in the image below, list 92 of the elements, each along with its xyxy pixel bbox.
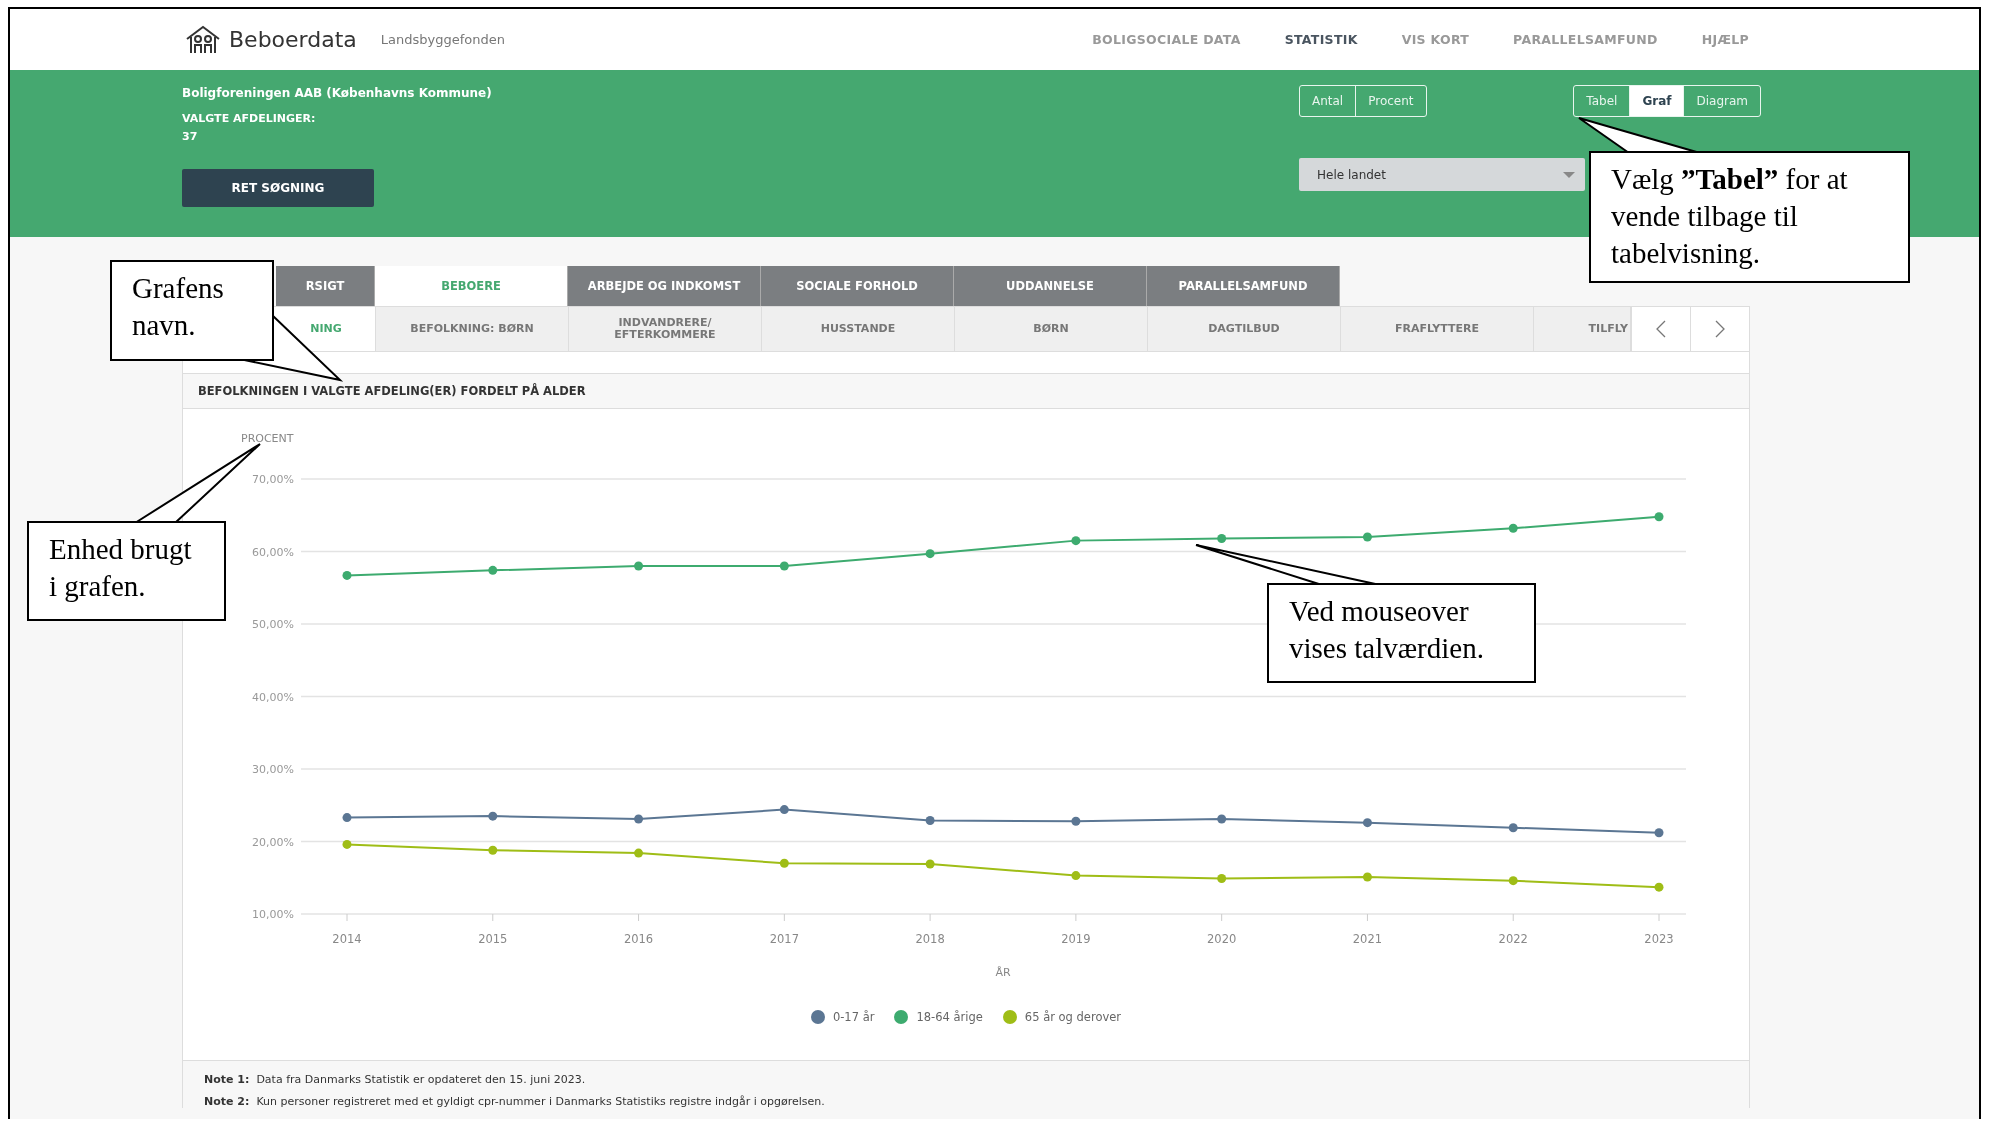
data-point[interactable] (488, 845, 498, 855)
nav-link[interactable]: STATISTIK (1284, 32, 1358, 47)
callout-note: Grafens navn. (110, 260, 274, 361)
category-tab[interactable]: UDDANNELSE (954, 266, 1147, 306)
x-axis-label: 2018 (915, 932, 945, 946)
departments-count: 37 (182, 130, 199, 143)
subcategory-tab[interactable]: DAGTILBUD (1148, 307, 1341, 351)
subcategory-tab[interactable]: BØRN (955, 307, 1148, 351)
category-tab[interactable]: ARBEJDE OG INDKOMST (568, 266, 761, 306)
toggle-option[interactable]: Diagram (1683, 86, 1760, 116)
data-point[interactable] (925, 859, 935, 869)
data-point[interactable] (1654, 882, 1664, 892)
toggle-option[interactable]: Graf (1629, 86, 1684, 116)
site-subtitle: Landsbyggefonden (380, 32, 505, 47)
y-axis-label: 50,00% (252, 618, 294, 631)
data-point[interactable] (634, 561, 644, 571)
y-axis-label: 40,00% (252, 690, 294, 704)
dropdown-value: Hele landet (1317, 167, 1386, 182)
legend-label[interactable]: 18-64 årige (916, 1010, 983, 1024)
data-point[interactable] (1071, 536, 1081, 546)
x-axis-label: 2023 (1644, 932, 1674, 946)
data-point[interactable] (488, 565, 498, 575)
category-tab[interactable]: RSIGT (276, 266, 375, 306)
departments-label: VALGTE AFDELINGER: (182, 112, 317, 125)
category-tab[interactable]: BEBOERE (375, 266, 568, 306)
callout-note: Enhed brugt i grafen. (27, 521, 226, 621)
data-point[interactable] (1654, 828, 1664, 838)
caret-icon (1563, 171, 1575, 178)
x-axis-label: 2021 (1352, 932, 1383, 946)
data-point[interactable] (1362, 818, 1372, 828)
data-point[interactable] (925, 816, 935, 825)
data-point[interactable] (1362, 872, 1372, 882)
nav-link[interactable]: PARALLELSAMFUND (1513, 32, 1658, 47)
legend-label[interactable]: 65 år og derover (1024, 1010, 1122, 1024)
organization-name: Boligforeningen AAB (Københavns Kommune) (182, 86, 492, 100)
x-axis-title: ÅR (995, 966, 1011, 979)
x-axis-label: 2015 (478, 932, 508, 946)
data-point[interactable] (488, 811, 498, 821)
y-axis-label: 30,00% (252, 763, 294, 776)
data-point[interactable] (1071, 871, 1081, 881)
data-point[interactable] (1217, 533, 1227, 543)
x-axis-label: 2017 (769, 932, 799, 946)
data-point[interactable] (779, 561, 789, 571)
y-axis-label: 10,00% (252, 908, 294, 921)
y-axis-title: PROCENT (241, 432, 294, 445)
x-axis-label: 2014 (332, 932, 362, 946)
edit-search-button[interactable]: RET SØGNING (182, 169, 374, 207)
legend-label[interactable]: 0-17 år (832, 1010, 875, 1024)
x-axis-label: 2020 (1207, 932, 1237, 946)
chevron-left-icon (1656, 320, 1666, 338)
subcategory-tab[interactable]: HUSSTANDE (762, 307, 955, 351)
toggle-option[interactable]: Antal (1300, 86, 1356, 116)
data-point[interactable] (634, 814, 644, 824)
data-point[interactable] (779, 858, 789, 868)
x-axis-label: 2022 (1498, 932, 1528, 946)
data-point[interactable] (1508, 523, 1518, 533)
toggle-option[interactable]: Tabel (1574, 86, 1630, 116)
nav-link[interactable]: HJÆLP (1701, 32, 1749, 47)
data-point[interactable] (1071, 816, 1081, 826)
house-icon (185, 24, 221, 55)
y-axis-label: 70,00% (252, 473, 294, 486)
data-point[interactable] (779, 805, 789, 815)
nav-link[interactable]: BOLIGSOCIALE DATA (1092, 32, 1241, 47)
y-axis-label: 60,00% (252, 545, 294, 559)
x-axis-label: 2016 (623, 932, 654, 946)
subcategory-tab[interactable]: FRAFLYTTERE (1341, 307, 1534, 351)
chevron-right-icon (1715, 320, 1725, 338)
data-point[interactable] (1508, 823, 1518, 833)
footnote: Note 1: Data fra Danmarks Statistik er opdateret den 15. juni 2023. (204, 1073, 587, 1086)
data-point[interactable] (342, 813, 352, 823)
footnote: Note 2: Kun personer registreret med et gyldigt cpr-nummer i Danmarks Statistiks registre indgår i opgørelsen. (204, 1095, 826, 1108)
y-axis-label: 20,00% (252, 835, 294, 849)
data-point[interactable] (925, 549, 935, 559)
data-point[interactable] (1508, 876, 1518, 886)
nav-link[interactable]: VIS KORT (1401, 32, 1470, 47)
subcategory-tab[interactable]: INDVANDRERE/ EFTERKOMMERE (569, 307, 762, 351)
data-point[interactable] (1217, 814, 1227, 824)
data-point[interactable] (1362, 532, 1372, 542)
data-point[interactable] (634, 848, 644, 858)
subcategory-tab[interactable]: TILFLY (1534, 307, 1631, 351)
chart-title: BEFOLKNINGEN I VALGTE AFDELING(ER) FORDELT PÅ ALDER (182, 374, 1750, 409)
area-dropdown[interactable]: Hele landet (1299, 158, 1585, 191)
category-tab[interactable]: PARALLELSAMFUND (1147, 266, 1340, 306)
category-tab[interactable]: SOCIALE FORHOLD (761, 266, 954, 306)
x-axis-label: 2019 (1061, 932, 1091, 946)
data-point[interactable] (342, 570, 352, 580)
data-point[interactable] (342, 839, 352, 849)
site-logo[interactable]: Beboerdata (229, 27, 357, 52)
subcategory-tab[interactable]: BEFOLKNING: BØRN (376, 307, 569, 351)
data-point[interactable] (1654, 512, 1664, 522)
toggle-option[interactable]: Procent (1355, 86, 1426, 116)
data-point[interactable] (1217, 874, 1227, 883)
